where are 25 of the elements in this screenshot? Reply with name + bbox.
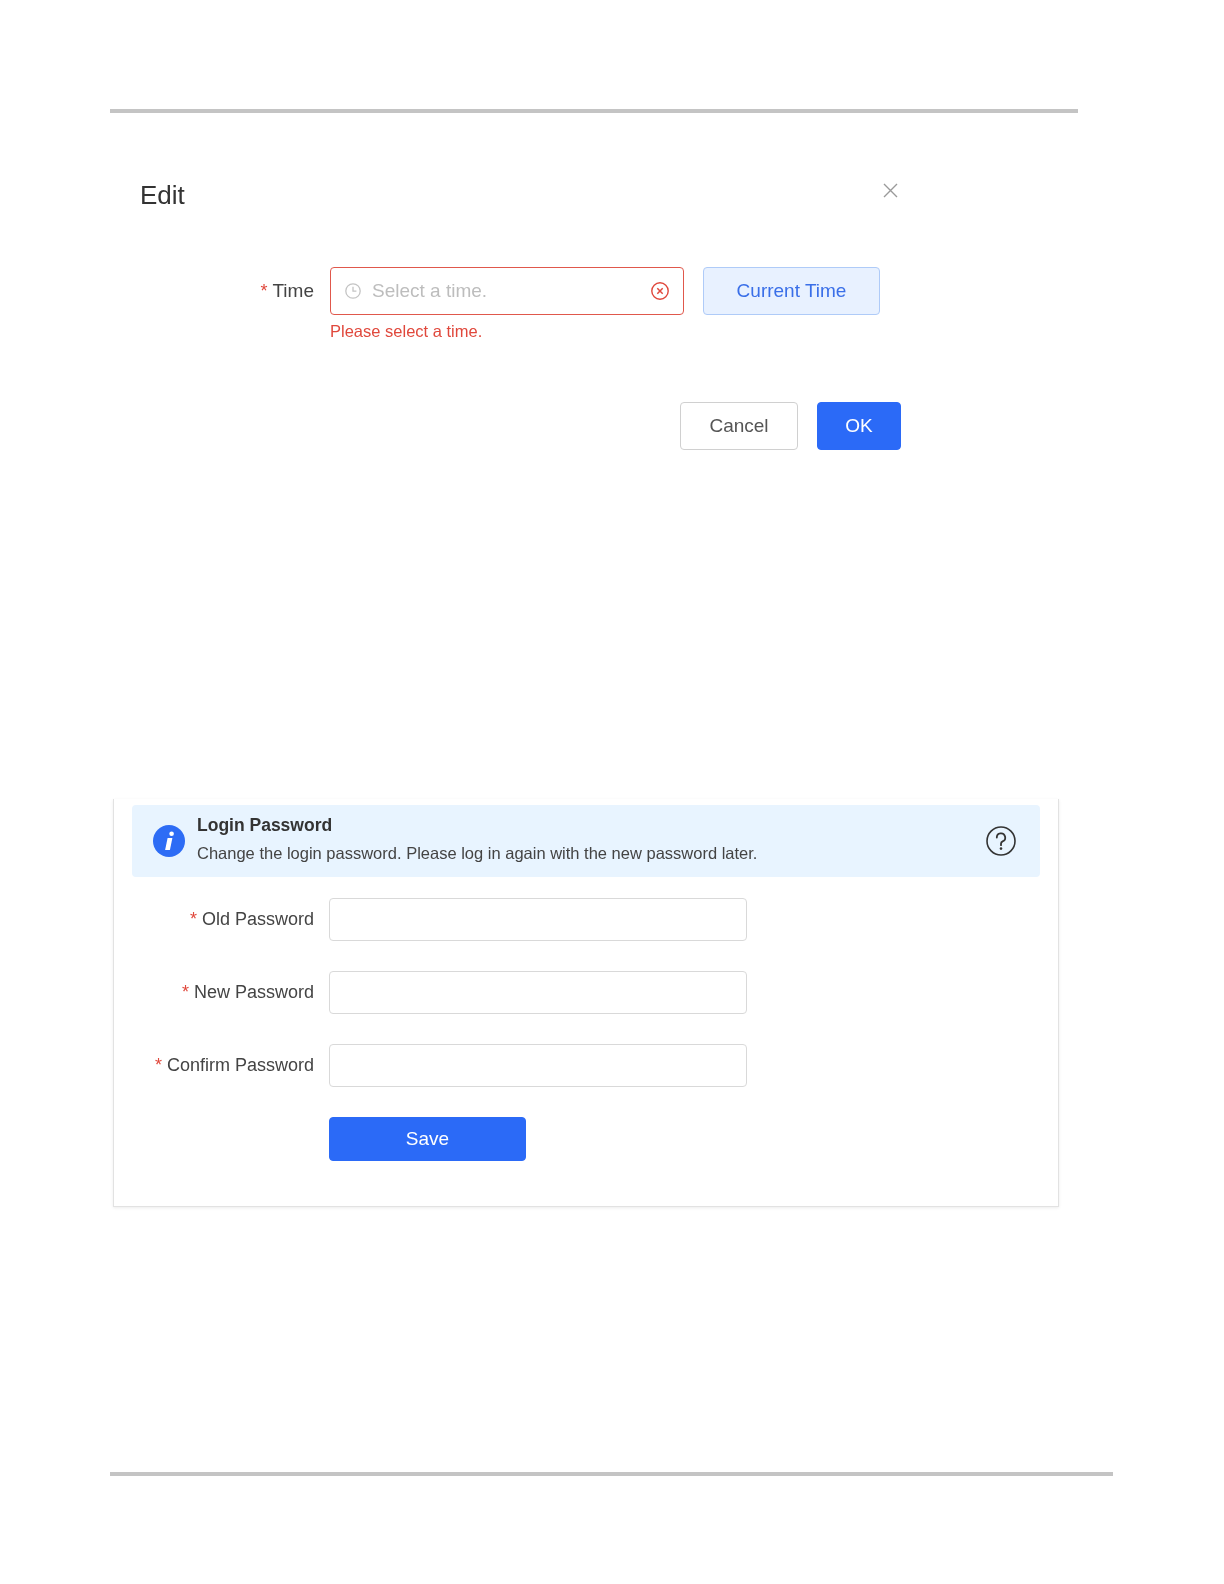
field-label: New Password — [193, 982, 314, 1003]
save-button[interactable]: Save — [329, 1117, 526, 1161]
error-message: Please select a time. — [330, 322, 484, 340]
help-icon[interactable] — [986, 826, 1016, 856]
field-label: Old Password — [201, 909, 314, 930]
banner-title: Login Password — [197, 814, 334, 836]
field-label: Confirm Password — [166, 1055, 314, 1076]
required-mark: * — [189, 909, 197, 930]
password-field[interactable] — [329, 971, 747, 1014]
dialog-title: Edit — [140, 180, 185, 210]
password-field[interactable] — [329, 1044, 747, 1087]
current-time-button[interactable]: Current Time — [703, 267, 880, 315]
close-icon[interactable] — [883, 183, 898, 198]
time-picker-field[interactable]: Select a time. — [330, 267, 684, 315]
required-mark: * — [181, 982, 189, 1003]
banner-description: Change the login password. Please log in again with the new password later. — [197, 843, 759, 864]
clear-icon[interactable] — [651, 282, 669, 300]
password-field[interactable] — [329, 898, 747, 941]
info-icon — [153, 825, 185, 857]
required-mark: * — [260, 280, 268, 302]
field-label: Time — [272, 280, 314, 302]
clock-icon — [345, 283, 361, 299]
ok-button[interactable]: OK — [817, 402, 901, 450]
cancel-button[interactable]: Cancel — [680, 402, 798, 450]
required-mark: * — [154, 1055, 162, 1076]
